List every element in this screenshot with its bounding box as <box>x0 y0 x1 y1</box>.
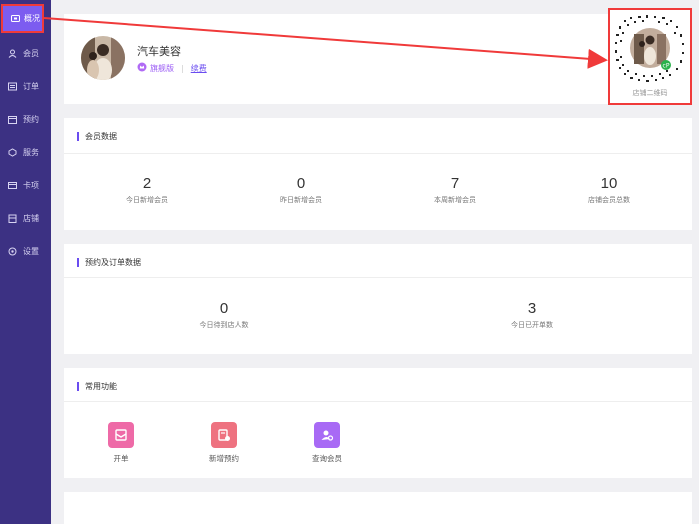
service-icon <box>8 147 17 157</box>
card-icon <box>8 181 17 190</box>
stat-value: 2 <box>142 175 152 192</box>
stat-week-new-members: 7 本周新增会员 <box>395 175 515 205</box>
store-qr-code[interactable]: cP 店铺二维码 <box>608 8 692 105</box>
settings-icon <box>8 247 17 256</box>
function-label: 查询会员 <box>312 454 342 463</box>
stat-today-pending-arrivals: 0 今日待到店人数 <box>164 300 284 330</box>
store-profile-card: 汽车美容 旗舰版 | 续费 <box>64 14 692 104</box>
order-icon <box>8 82 17 91</box>
sidebar-item-members[interactable]: 会员 <box>0 42 51 64</box>
sidebar-item-label: 概况 <box>24 14 40 23</box>
sidebar-item-orders[interactable]: 订单 <box>0 75 51 97</box>
sidebar: 概况 会员 订单 预约 服务 卡项 店铺 设置 <box>0 0 51 524</box>
stat-value: 10 <box>600 175 618 192</box>
order-envelope-icon <box>108 422 134 448</box>
qr-label: 店铺二维码 <box>632 89 668 97</box>
create-order-button[interactable]: 开单 <box>91 422 151 464</box>
section-title-functions: 常用功能 <box>77 381 117 392</box>
edition-row: 旗舰版 | 续费 <box>137 62 207 74</box>
stat-label: 今日新增会员 <box>126 196 168 204</box>
svg-text:cP: cP <box>663 63 670 70</box>
sidebar-item-overview[interactable]: 概况 <box>3 6 42 31</box>
section-title-booking-data: 预约及订单数据 <box>77 257 141 268</box>
sidebar-item-label: 会员 <box>23 48 39 58</box>
appointment-icon <box>8 115 17 124</box>
function-label: 新增预约 <box>209 454 239 463</box>
sidebar-item-cards[interactable]: 卡项 <box>0 174 51 196</box>
booking-order-data-card: 预约及订单数据 0 今日待到店人数 3 今日已开单数 <box>64 244 692 354</box>
stat-label: 昨日新增会员 <box>280 196 322 204</box>
sidebar-item-label: 服务 <box>23 147 39 157</box>
divider <box>64 401 692 402</box>
sidebar-item-appointments[interactable]: 预约 <box>0 108 51 130</box>
dashboard-icon <box>11 14 20 23</box>
member-icon <box>8 49 17 58</box>
edition-label: 旗舰版 <box>150 63 174 73</box>
shop-name: 汽车美容 <box>137 45 181 58</box>
search-member-icon <box>314 422 340 448</box>
sidebar-item-label: 卡项 <box>23 180 39 190</box>
stat-label: 本周新增会员 <box>434 196 476 204</box>
stat-today-orders: 3 今日已开单数 <box>472 300 592 330</box>
stat-value: 7 <box>450 175 460 192</box>
function-label: 开单 <box>113 454 129 463</box>
sidebar-item-label: 预约 <box>23 114 39 124</box>
new-appointment-icon <box>211 422 237 448</box>
sidebar-item-label: 设置 <box>23 246 39 256</box>
stat-yesterday-new-members: 0 昨日新增会员 <box>241 175 361 205</box>
store-avatar <box>81 36 125 80</box>
section-title-member-data: 会员数据 <box>77 131 117 142</box>
crown-icon <box>137 62 147 74</box>
sidebar-item-label: 店铺 <box>23 213 39 223</box>
divider <box>64 277 692 278</box>
stat-label: 店铺会员总数 <box>588 196 630 204</box>
divider-bar: | <box>181 63 184 73</box>
renew-link[interactable]: 续费 <box>191 63 207 74</box>
search-member-button[interactable]: 查询会员 <box>297 422 357 464</box>
sidebar-item-services[interactable]: 服务 <box>0 141 51 163</box>
bottom-card <box>64 492 692 524</box>
stat-value: 0 <box>219 300 229 317</box>
stat-label: 今日已开单数 <box>511 321 553 329</box>
divider <box>64 153 692 154</box>
stat-value: 3 <box>527 300 537 317</box>
common-functions-card: 常用功能 开单 新增预约 查询会员 <box>64 368 692 478</box>
qr-code-image: cP <box>615 15 684 82</box>
stat-label: 今日待到店人数 <box>199 321 249 329</box>
sidebar-item-settings[interactable]: 设置 <box>0 240 51 262</box>
sidebar-item-store[interactable]: 店铺 <box>0 207 51 229</box>
stat-today-new-members: 2 今日新增会员 <box>87 175 207 205</box>
member-data-card: 会员数据 2 今日新增会员 0 昨日新增会员 7 本周新增会员 10 店铺会员总… <box>64 118 692 230</box>
new-appointment-button[interactable]: 新增预约 <box>194 422 254 464</box>
stat-value: 0 <box>296 175 306 192</box>
stat-total-members: 10 店铺会员总数 <box>549 175 669 205</box>
sidebar-item-label: 订单 <box>23 81 39 91</box>
store-icon <box>8 214 17 223</box>
